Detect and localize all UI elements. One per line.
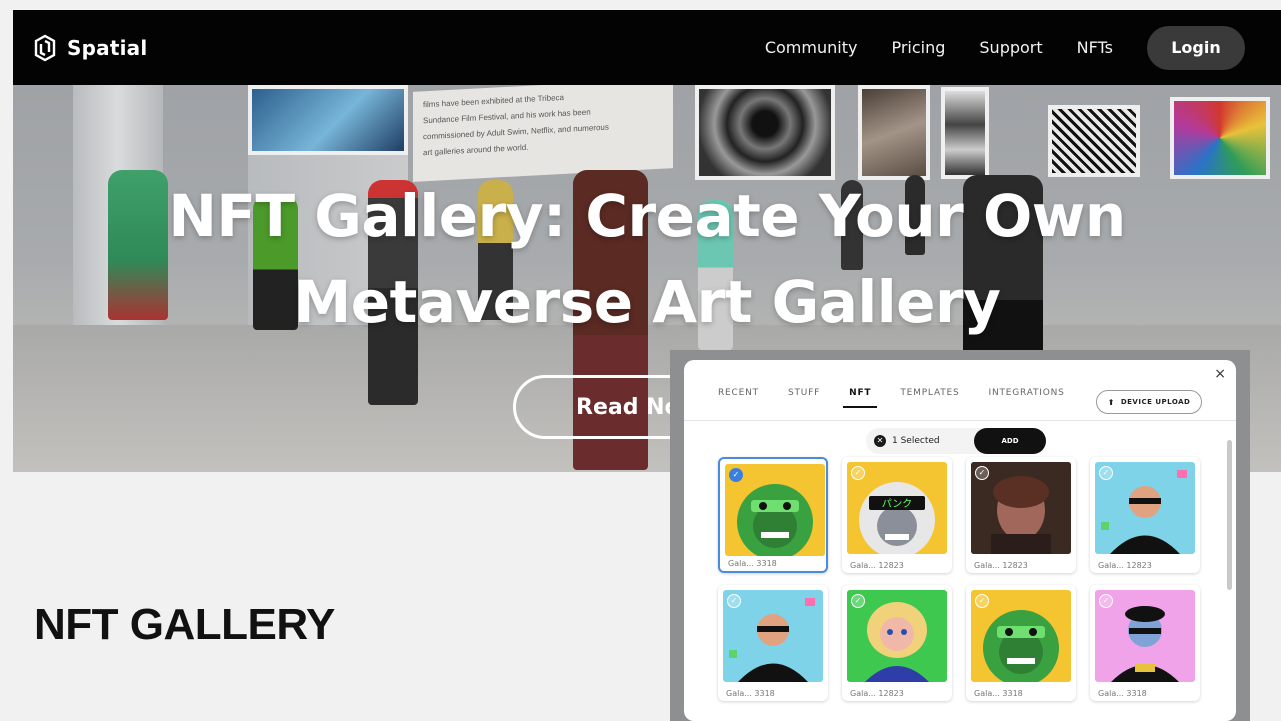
nft-thumbnail: ✓ <box>971 590 1071 682</box>
nft-card[interactable]: ✓ Gala... 12823 <box>1090 457 1200 573</box>
nft-thumbnail: ✓ <box>971 462 1071 554</box>
unchecked-icon[interactable]: ✓ <box>1099 594 1113 608</box>
hero-title-line: Metaverse Art Gallery <box>293 268 1001 336</box>
nft-picker-screenshot: × RECENT STUFF NFT TEMPLATES INTEGRATION… <box>670 350 1250 721</box>
hero-title-line: NFT Gallery: Create Your Own <box>168 182 1126 250</box>
nft-card-label: Gala... 3318 <box>974 689 1023 698</box>
tab-integrations[interactable]: INTEGRATIONS <box>989 388 1065 406</box>
nft-card-label: Gala... 3318 <box>728 559 777 568</box>
nav-support[interactable]: Support <box>979 38 1042 57</box>
nft-thumbnail: ✓ <box>725 464 825 556</box>
selection-bar: ✕ 1 Selected ADD <box>866 428 1046 454</box>
asset-tabs: RECENT STUFF NFT TEMPLATES INTEGRATIONS <box>718 388 1094 408</box>
checked-icon[interactable]: ✓ <box>729 468 743 482</box>
spatial-logo[interactable]: Spatial <box>31 33 147 63</box>
spatial-logo-icon <box>34 34 56 61</box>
nft-card-label: Gala... 12823 <box>1098 561 1152 570</box>
upload-icon: ⬆ <box>1107 397 1115 407</box>
nav-pricing[interactable]: Pricing <box>891 38 945 57</box>
section-title: NFT GALLERY <box>34 600 335 649</box>
tab-nft[interactable]: NFT <box>843 388 878 408</box>
nft-thumbnail: パンク ✓ <box>847 462 947 554</box>
gallery-info-panel: films have been exhibited at the Tribeca… <box>413 85 673 182</box>
nft-card[interactable]: ✓ Gala... 12823 <box>966 457 1076 573</box>
selected-count: 1 Selected <box>892 436 940 446</box>
unchecked-icon[interactable]: ✓ <box>851 594 865 608</box>
tab-stuff[interactable]: STUFF <box>788 388 820 406</box>
scrollbar[interactable] <box>1227 440 1232 590</box>
gallery-artwork <box>858 85 930 180</box>
gallery-artwork <box>1170 97 1270 179</box>
gallery-artwork <box>941 87 989 179</box>
nav-community[interactable]: Community <box>765 38 858 57</box>
unchecked-icon[interactable]: ✓ <box>1099 466 1113 480</box>
nft-card[interactable]: ✓ Gala... 3318 <box>718 585 828 701</box>
nft-card[interactable]: ✓ Gala... 3318 <box>966 585 1076 701</box>
tab-templates[interactable]: TEMPLATES <box>900 388 959 406</box>
logo-text: Spatial <box>67 35 148 60</box>
nft-card-label: Gala... 12823 <box>974 561 1028 570</box>
nft-card-label: Gala... 12823 <box>850 689 904 698</box>
nft-card-label: Gala... 3318 <box>726 689 775 698</box>
hero-title: NFT Gallery: Create Your Own Metaverse A… <box>13 173 1281 345</box>
nft-thumbnail: ✓ <box>847 590 947 682</box>
tab-recent[interactable]: RECENT <box>718 388 759 406</box>
close-icon[interactable]: × <box>1214 366 1226 382</box>
device-upload-button[interactable]: ⬆ DEVICE UPLOAD <box>1096 390 1202 414</box>
clear-selection-icon[interactable]: ✕ <box>874 435 886 447</box>
top-navbar: Spatial Community Pricing Support NFTs L… <box>13 10 1281 85</box>
nft-card[interactable]: ✓ Gala... 12823 <box>842 585 952 701</box>
gallery-artwork <box>1048 105 1140 177</box>
gallery-artwork <box>695 85 835 180</box>
login-button[interactable]: Login <box>1147 25 1245 70</box>
unchecked-icon[interactable]: ✓ <box>975 466 989 480</box>
nft-card-label: Gala... 3318 <box>1098 689 1147 698</box>
add-button[interactable]: ADD <box>974 428 1046 454</box>
nft-card-label: Gala... 12823 <box>850 561 904 570</box>
nft-card[interactable]: ✓ Gala... 3318 <box>1090 585 1200 701</box>
nft-card[interactable]: ✓ Gala... 3318 <box>718 457 828 573</box>
page: Spatial Community Pricing Support NFTs L… <box>0 0 1281 721</box>
nav-nfts[interactable]: NFTs <box>1077 38 1113 57</box>
unchecked-icon[interactable]: ✓ <box>975 594 989 608</box>
gallery-artwork <box>248 85 408 155</box>
svg-text:パンク: パンク <box>882 498 913 510</box>
device-upload-label: DEVICE UPLOAD <box>1120 398 1191 406</box>
unchecked-icon[interactable]: ✓ <box>851 466 865 480</box>
unchecked-icon[interactable]: ✓ <box>727 594 741 608</box>
nft-thumbnail: ✓ <box>723 590 823 682</box>
nft-thumbnail: ✓ <box>1095 590 1195 682</box>
nft-picker-modal: × RECENT STUFF NFT TEMPLATES INTEGRATION… <box>684 360 1236 721</box>
nft-thumbnail: ✓ <box>1095 462 1195 554</box>
nft-card[interactable]: パンク ✓ Gala... 12823 <box>842 457 952 573</box>
tabs-divider <box>684 420 1236 421</box>
main-nav: Community Pricing Support NFTs Login <box>731 10 1245 85</box>
